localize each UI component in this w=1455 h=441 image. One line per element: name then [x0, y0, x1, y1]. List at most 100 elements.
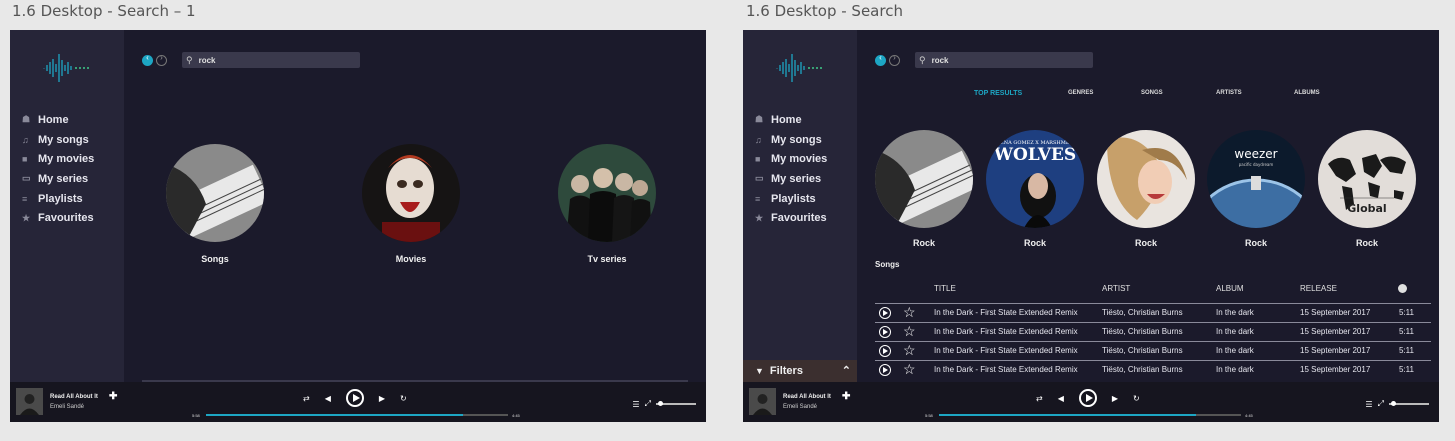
- sidebar-item-label: My movies: [38, 153, 95, 166]
- sidebar-item-my-songs[interactable]: ♫ My songs: [22, 130, 94, 150]
- result-card[interactable]: Global Rock: [1318, 130, 1416, 248]
- sidebar-item-my-songs[interactable]: ♫ My songs: [755, 130, 827, 150]
- forward-arrow-icon[interactable]: ›: [889, 53, 900, 66]
- table-row[interactable]: ☆ In the Dark - First State Extended Rem…: [875, 322, 1431, 341]
- play-icon[interactable]: [879, 307, 891, 319]
- sidebar-item-home[interactable]: ☗ Home: [755, 110, 827, 130]
- play-button[interactable]: [1078, 389, 1097, 407]
- category-movies[interactable]: Movies: [362, 144, 460, 264]
- result-card[interactable]: Rock: [1097, 130, 1195, 248]
- sidebar-item-my-series[interactable]: ▭ My series: [22, 169, 94, 189]
- category-songs[interactable]: Songs: [166, 144, 264, 264]
- row-title: In the Dark - First State Extended Remix: [934, 346, 1078, 355]
- sidebar-item-favourites[interactable]: ★ Favourites: [22, 208, 94, 228]
- category-image: [166, 144, 264, 242]
- sidebar-item-favourites[interactable]: ★ Favourites: [755, 208, 827, 228]
- favourite-star-icon[interactable]: ☆: [903, 361, 916, 377]
- list-icon: ≡: [22, 193, 28, 204]
- tab-artists[interactable]: ARTISTS: [1216, 90, 1242, 96]
- result-art-text: WOLVES: [993, 145, 1076, 165]
- category-image: [362, 144, 460, 242]
- sidebar-item-my-movies[interactable]: ■ My movies: [755, 149, 827, 169]
- category-tv-series[interactable]: Tv series: [558, 144, 656, 264]
- queue-icon[interactable]: ☰: [632, 400, 639, 409]
- row-title: In the Dark - First State Extended Remix: [934, 365, 1078, 374]
- table-row[interactable]: ☆ In the Dark - First State Extended Rem…: [875, 341, 1431, 360]
- volume-controls: ☰ ⤢: [1365, 399, 1429, 409]
- sidebar-item-label: Playlists: [38, 192, 83, 205]
- favourite-star-icon[interactable]: ☆: [903, 342, 916, 358]
- filters-toggle[interactable]: ▼ Filters ⌃: [743, 360, 857, 382]
- result-label: Rock: [1023, 238, 1046, 248]
- queue-icon[interactable]: ☰: [1365, 400, 1372, 409]
- result-image: weezer pacific daydream: [1207, 130, 1305, 228]
- music-note-icon: ♫: [755, 134, 762, 145]
- shuffle-icon[interactable]: ⇄: [303, 394, 310, 403]
- progress-bar[interactable]: [206, 414, 508, 416]
- artboard-label: 1.6 Desktop - Search: [746, 2, 903, 20]
- row-release: 15 September 2017: [1300, 327, 1371, 336]
- logo-waveform-icon: [776, 54, 822, 82]
- play-icon[interactable]: [879, 364, 891, 376]
- back-arrow-icon[interactable]: ‹: [142, 53, 153, 66]
- favourite-star-icon[interactable]: ☆: [903, 304, 916, 320]
- result-art-text: Global: [1347, 202, 1386, 215]
- play-icon[interactable]: [879, 345, 891, 357]
- column-artist[interactable]: ARTIST: [1102, 284, 1130, 293]
- volume-slider[interactable]: [1389, 401, 1429, 406]
- fullscreen-icon[interactable]: ⤢: [645, 399, 651, 409]
- fullscreen-icon[interactable]: ⤢: [1378, 399, 1384, 409]
- play-icon[interactable]: [879, 326, 891, 338]
- repeat-icon[interactable]: ↻: [400, 394, 407, 403]
- tab-top-results[interactable]: TOP RESULTS: [974, 90, 1022, 97]
- search-input[interactable]: ⚲ rock: [915, 52, 1093, 68]
- previous-icon[interactable]: ◀: [325, 394, 331, 403]
- row-release: 15 September 2017: [1300, 346, 1371, 355]
- table-row[interactable]: ☆ In the Dark - First State Extended Rem…: [875, 360, 1431, 379]
- shuffle-icon[interactable]: ⇄: [1036, 394, 1043, 403]
- search-input[interactable]: ⚲ rock: [182, 52, 360, 68]
- column-title[interactable]: TITLE: [934, 284, 956, 293]
- playback-controls: ⇄ ◀ ▶ ↻: [303, 389, 422, 407]
- result-label: Rock: [1134, 238, 1157, 248]
- next-icon[interactable]: ▶: [1112, 394, 1118, 403]
- progress-fill: [939, 414, 1196, 416]
- album-cover: [749, 388, 776, 415]
- repeat-icon[interactable]: ↻: [1133, 394, 1140, 403]
- sidebar-item-home[interactable]: ☗ Home: [22, 110, 94, 130]
- tab-songs[interactable]: SONGS: [1141, 90, 1163, 96]
- column-release[interactable]: RELEASE: [1300, 284, 1337, 293]
- favourite-star-icon[interactable]: ☆: [903, 323, 916, 339]
- sidebar-item-my-series[interactable]: ▭ My series: [755, 169, 827, 189]
- volume-slider[interactable]: [656, 401, 696, 406]
- previous-icon[interactable]: ◀: [1058, 394, 1064, 403]
- play-button[interactable]: [345, 389, 364, 407]
- sidebar: ☗ Home ♫ My songs ■ My movies ▭ My series ≡ P…: [743, 30, 857, 382]
- track-title: Read All About It: [50, 394, 98, 400]
- album-cover: [16, 388, 43, 415]
- category-label: Songs: [201, 254, 229, 264]
- table-row[interactable]: ☆ In the Dark - First State Extended Rem…: [875, 303, 1431, 322]
- tab-albums[interactable]: ALBUMS: [1294, 90, 1320, 96]
- sidebar-item-playlists[interactable]: ≡ Playlists: [755, 189, 827, 209]
- add-to-playlist-icon[interactable]: ✚: [842, 391, 850, 402]
- next-icon[interactable]: ▶: [379, 394, 385, 403]
- forward-arrow-icon[interactable]: ›: [156, 53, 167, 66]
- volume-knob[interactable]: [658, 401, 663, 406]
- add-to-playlist-icon[interactable]: ✚: [109, 391, 117, 402]
- progress-bar[interactable]: [939, 414, 1241, 416]
- tab-genres[interactable]: GENRES: [1068, 90, 1093, 96]
- result-card[interactable]: weezer pacific daydream Rock: [1207, 130, 1305, 248]
- sidebar-item-label: Favourites: [771, 212, 827, 225]
- result-card[interactable]: Rock: [875, 130, 973, 248]
- result-label: Rock: [912, 238, 935, 248]
- result-card[interactable]: SELENA GOMEZ X MARSHMELLO WOLVES Rock: [986, 130, 1084, 248]
- sidebar-item-playlists[interactable]: ≡ Playlists: [22, 189, 94, 209]
- volume-knob[interactable]: [1391, 401, 1396, 406]
- sidebar-item-my-movies[interactable]: ■ My movies: [22, 149, 94, 169]
- row-title: In the Dark - First State Extended Remix: [934, 308, 1078, 317]
- monitor-icon: ▭: [22, 173, 31, 184]
- back-arrow-icon[interactable]: ‹: [875, 53, 886, 66]
- column-album[interactable]: ALBUM: [1216, 284, 1244, 293]
- artboard-label: 1.6 Desktop - Search – 1: [12, 2, 196, 20]
